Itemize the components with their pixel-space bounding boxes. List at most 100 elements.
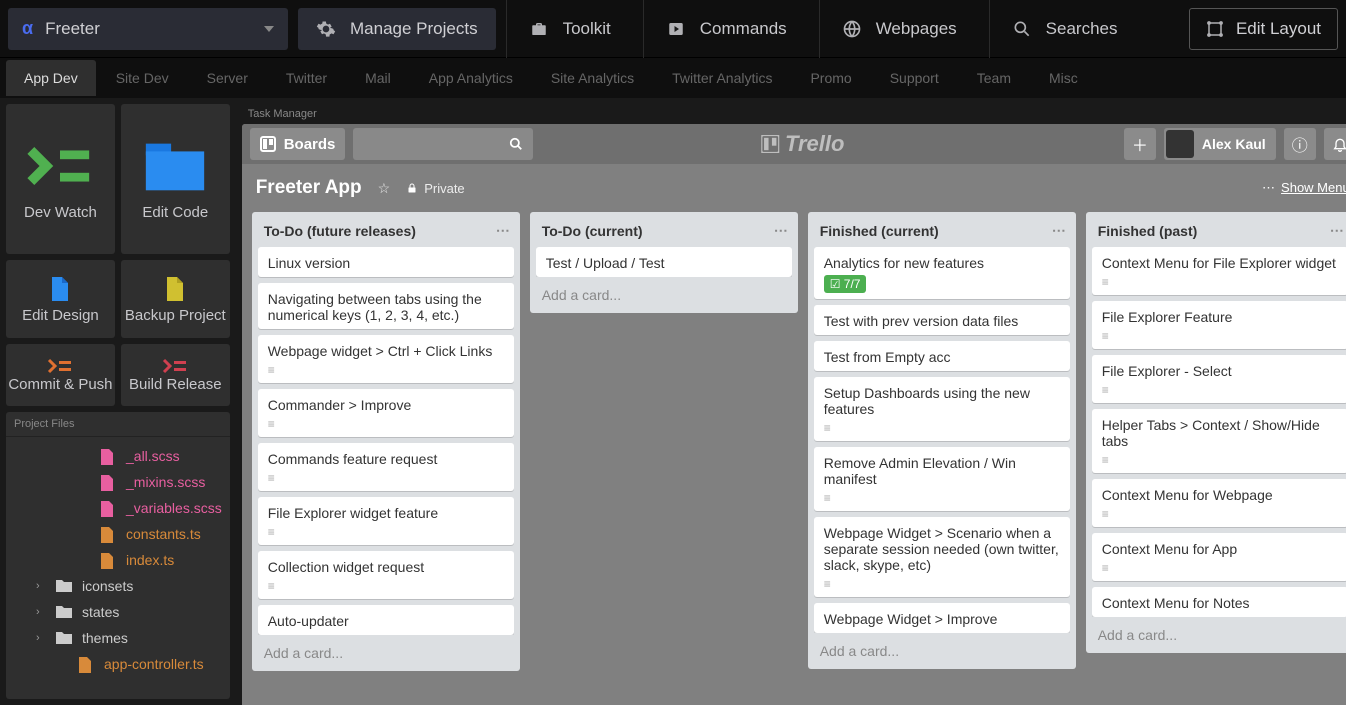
file-item[interactable]: constants.ts xyxy=(6,521,230,547)
tile-edit-design[interactable]: Edit Design xyxy=(6,260,115,338)
description-icon: ≡ xyxy=(1102,507,1338,521)
tab-support[interactable]: Support xyxy=(872,60,957,96)
board-list: To-Do (future releases)⋯ Linux version Nav… xyxy=(252,212,520,671)
card-text: File Explorer - Select xyxy=(1102,363,1338,379)
user-menu[interactable]: Alex Kaul xyxy=(1164,128,1276,160)
menu-searches[interactable]: Searches xyxy=(989,0,1140,58)
card[interactable]: File Explorer - Select≡ xyxy=(1092,355,1346,403)
tab-app-dev[interactable]: App Dev xyxy=(6,60,96,96)
play-icon xyxy=(666,20,686,38)
card[interactable]: Test with prev version data files xyxy=(814,305,1070,335)
list-header[interactable]: To-Do (future releases)⋯ xyxy=(252,212,520,247)
add-button[interactable]: ＋ xyxy=(1124,128,1156,160)
file-item[interactable]: app-controller.ts xyxy=(6,651,230,677)
board-visibility[interactable]: Private xyxy=(406,181,464,196)
card[interactable]: Navigating between tabs using the numeri… xyxy=(258,283,514,329)
card-text: Linux version xyxy=(268,255,504,271)
folder-item[interactable]: ›states xyxy=(6,599,230,625)
tab-site-dev[interactable]: Site Dev xyxy=(98,60,187,96)
tile-build-release[interactable]: Build Release xyxy=(121,344,230,406)
description-icon: ≡ xyxy=(268,579,504,593)
tab-promo[interactable]: Promo xyxy=(792,60,869,96)
list-header[interactable]: To-Do (current)⋯ xyxy=(530,212,798,247)
tab-site-analytics[interactable]: Site Analytics xyxy=(533,60,652,96)
card-text: Auto-updater xyxy=(268,613,504,629)
card[interactable]: Commands feature request ≡ xyxy=(258,443,514,491)
description-icon: ≡ xyxy=(1102,329,1338,343)
tab-twitter[interactable]: Twitter xyxy=(268,60,345,96)
folder-item[interactable]: ›iconsets xyxy=(6,573,230,599)
card-text: Commands feature request xyxy=(268,451,504,467)
list-cards: Test / Upload / Test xyxy=(530,247,798,277)
edit-layout-button[interactable]: Edit Layout xyxy=(1189,8,1338,50)
user-name: Alex Kaul xyxy=(1202,136,1266,152)
file-item[interactable]: _mixins.scss xyxy=(6,469,230,495)
show-menu-link[interactable]: Show Menu xyxy=(1262,180,1346,196)
card[interactable]: Collection widget request≡ xyxy=(258,551,514,599)
card[interactable]: Remove Admin Elevation / Win manifest≡ xyxy=(814,447,1070,511)
boards-button[interactable]: Boards xyxy=(250,128,346,160)
prompt-icon xyxy=(25,138,95,194)
card[interactable]: Context Menu for App≡ xyxy=(1092,533,1346,581)
file-item[interactable]: _all.scss xyxy=(6,443,230,469)
card-text: Test / Upload / Test xyxy=(546,255,782,271)
tile-edit-code[interactable]: Edit Code xyxy=(121,104,230,254)
add-card-link[interactable]: Add a card... xyxy=(252,635,520,671)
tab-misc[interactable]: Misc xyxy=(1031,60,1096,96)
menu-commands-label: Commands xyxy=(700,19,787,39)
card[interactable]: Webpage widget > Ctrl + Click Links≡ xyxy=(258,335,514,383)
card-text: Commander > Improve xyxy=(268,397,504,413)
description-icon: ≡ xyxy=(268,471,504,485)
file-icon xyxy=(48,275,72,303)
card[interactable]: Auto-updater xyxy=(258,605,514,635)
folder-item[interactable]: ›themes xyxy=(6,625,230,651)
notifications-button[interactable] xyxy=(1324,128,1346,160)
left-panel: Dev Watch Edit Code Edit Design Backup P… xyxy=(0,98,236,705)
card[interactable]: Context Menu for Notes xyxy=(1092,587,1346,617)
list-header[interactable]: Finished (past)⋯ xyxy=(1086,212,1346,247)
add-card-link[interactable]: Add a card... xyxy=(530,277,798,313)
card[interactable]: Test / Upload / Test xyxy=(536,247,792,277)
tab-server[interactable]: Server xyxy=(189,60,266,96)
tile-backup-project[interactable]: Backup Project xyxy=(121,260,230,338)
list-menu-icon[interactable]: ⋯ xyxy=(1330,222,1344,239)
card[interactable]: Context Menu for File Explorer widget≡ xyxy=(1092,247,1346,295)
tab-team[interactable]: Team xyxy=(959,60,1029,96)
list-menu-icon[interactable]: ⋯ xyxy=(1052,222,1066,239)
project-selector[interactable]: α Freeter xyxy=(8,8,288,50)
card[interactable]: Webpage Widget > Scenario when a separat… xyxy=(814,517,1070,597)
manage-projects-button[interactable]: Manage Projects xyxy=(298,8,496,50)
list-menu-icon[interactable]: ⋯ xyxy=(774,222,788,239)
trello-search[interactable] xyxy=(353,128,533,160)
card[interactable]: File Explorer widget feature≡ xyxy=(258,497,514,545)
menu-commands[interactable]: Commands xyxy=(643,0,809,58)
star-icon[interactable]: ☆ xyxy=(378,180,391,197)
tab-app-analytics[interactable]: App Analytics xyxy=(411,60,531,96)
card[interactable]: File Explorer Feature≡ xyxy=(1092,301,1346,349)
card[interactable]: Setup Dashboards using the new features≡ xyxy=(814,377,1070,441)
tile-commit-push[interactable]: Commit & Push xyxy=(6,344,115,406)
file-item[interactable]: _variables.scss xyxy=(6,495,230,521)
add-card-link[interactable]: Add a card... xyxy=(808,633,1076,669)
description-icon: ≡ xyxy=(268,525,504,539)
card-text: Context Menu for Webpage xyxy=(1102,487,1338,503)
chevron-down-icon xyxy=(264,26,274,32)
file-item[interactable]: index.ts xyxy=(6,547,230,573)
card[interactable]: Test from Empty acc xyxy=(814,341,1070,371)
card[interactable]: Helper Tabs > Context / Show/Hide tabs≡ xyxy=(1092,409,1346,473)
tab-twitter-analytics[interactable]: Twitter Analytics xyxy=(654,60,790,96)
tab-mail[interactable]: Mail xyxy=(347,60,409,96)
card[interactable]: Linux version xyxy=(258,247,514,277)
card[interactable]: Commander > Improve ≡ xyxy=(258,389,514,437)
list-header[interactable]: Finished (current)⋯ xyxy=(808,212,1076,247)
description-icon: ≡ xyxy=(268,417,504,431)
card[interactable]: Analytics for new features☑ 7/7 xyxy=(814,247,1070,299)
card[interactable]: Webpage Widget > Improve xyxy=(814,603,1070,633)
menu-webpages[interactable]: Webpages xyxy=(819,0,979,58)
card[interactable]: Context Menu for Webpage ≡ xyxy=(1092,479,1346,527)
menu-toolkit[interactable]: Toolkit xyxy=(506,0,633,58)
add-card-link[interactable]: Add a card... xyxy=(1086,617,1346,653)
list-menu-icon[interactable]: ⋯ xyxy=(496,222,510,239)
info-button[interactable]: ⓘ xyxy=(1284,128,1316,160)
tile-dev-watch[interactable]: Dev Watch xyxy=(6,104,115,254)
